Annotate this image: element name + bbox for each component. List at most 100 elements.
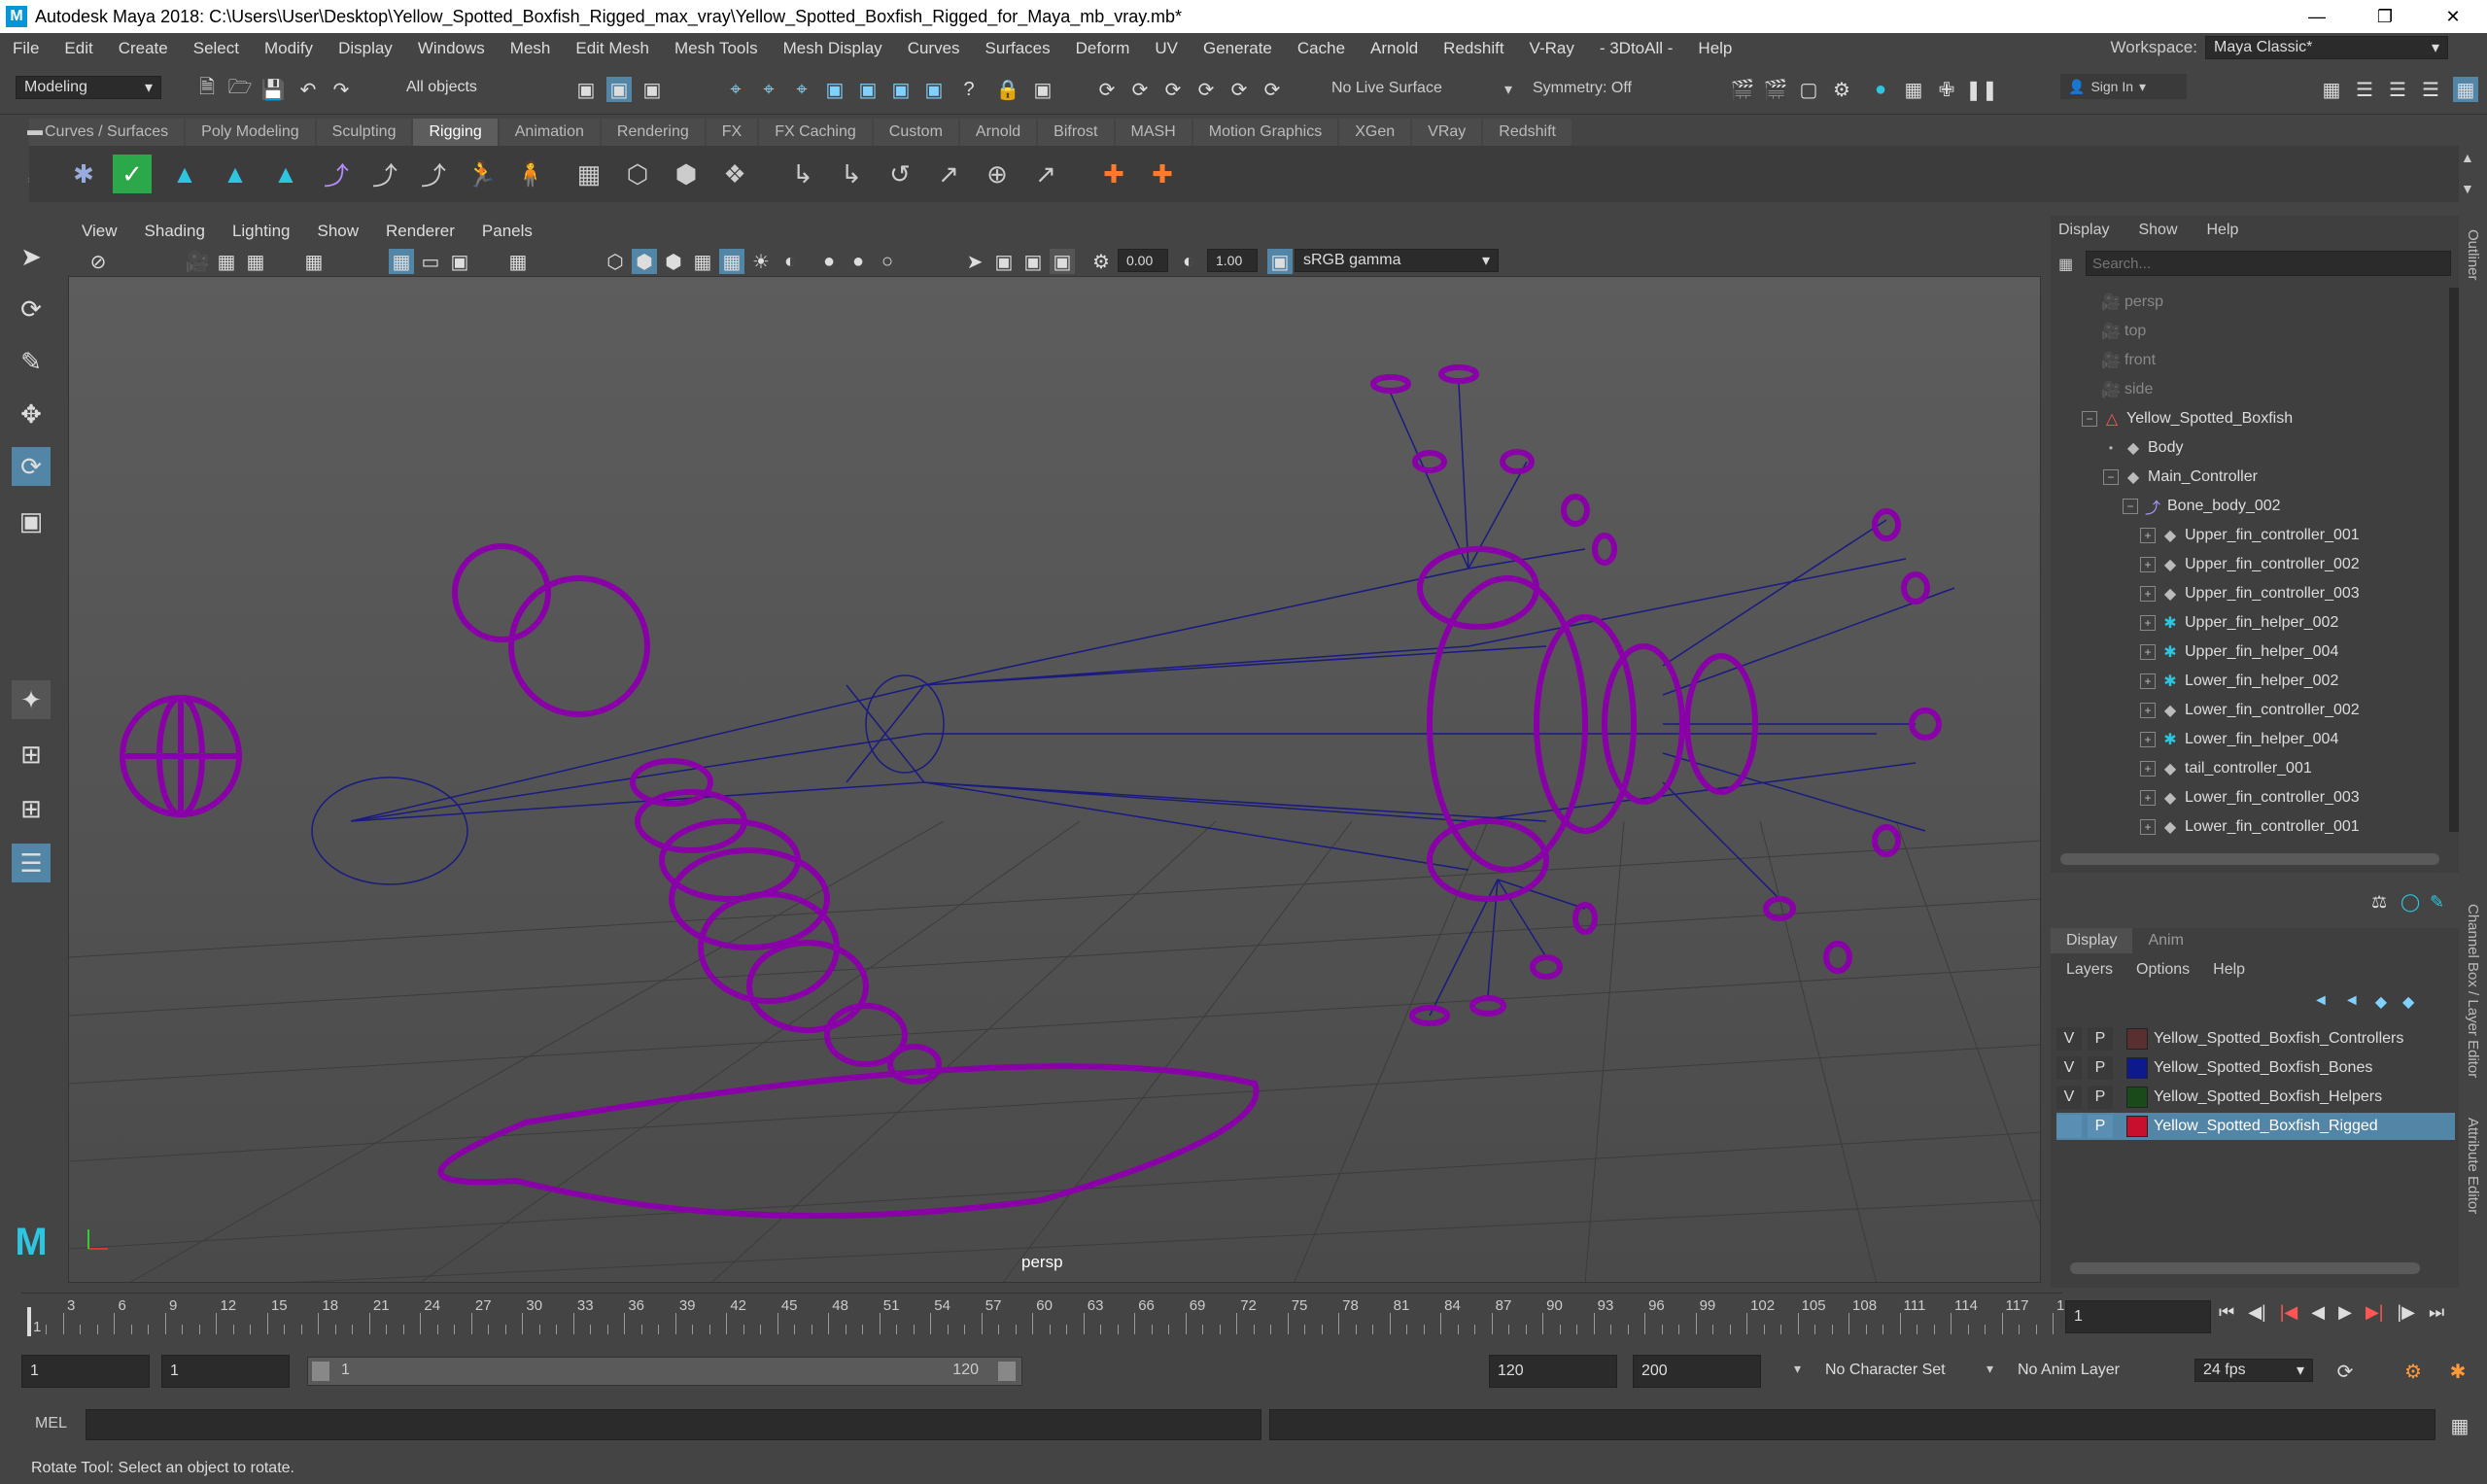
pin-icon[interactable]: ▣ [1030,77,1055,102]
outliner-item-upper-fin-helper-002[interactable]: + ✱ Upper_fin_helper_002 [2140,608,2449,638]
colorspace-dropdown[interactable]: sRGB gamma ▾ [1295,249,1499,272]
character-icon[interactable]: 🏃 [463,155,501,193]
layer-color-swatch[interactable] [2126,1116,2148,1137]
outliner-toggle-icon[interactable]: ▦ [2453,77,2478,102]
paint-select-icon[interactable]: ⟳ [1127,77,1153,102]
render-frame-icon[interactable]: 🎬 [1730,77,1755,102]
shelf-scroll-up-icon[interactable]: ▲ [2461,150,2474,165]
playback-end-field[interactable]: 120 [1489,1355,1617,1388]
shelf-tab-fx[interactable]: FX [706,119,758,146]
expand-icon[interactable]: + [2140,790,2156,806]
antialias-icon[interactable]: ○ [875,249,900,274]
layer-row[interactable]: V P Yellow_Spotted_Boxfish_Controllers [2056,1025,2455,1053]
locator-icon[interactable]: ✚ [1094,155,1133,193]
step-back-key-icon[interactable]: |◀ [2280,1302,2298,1323]
perspective-viewport[interactable]: persp [68,276,2041,1283]
orient-constraint-icon[interactable]: ↺ [881,155,919,193]
mel-input[interactable] [86,1409,1261,1440]
expand-icon[interactable]: + [2140,761,2156,777]
outliner-item-lower-fin-helper-002[interactable]: + ✱ Lower_fin_helper_002 [2140,667,2449,696]
outliner-item-bone-body-002[interactable]: − ⤴ Bone_body_002 [2123,492,2449,521]
shelf-tab-arnold[interactable]: Arnold [959,119,1037,146]
select-by-object-icon[interactable]: ▣ [606,77,632,102]
channel-box-icon[interactable]: ☰ [2418,77,2443,102]
anim-prefs-icon[interactable]: ✱ [2445,1359,2470,1384]
outliner-layout-icon[interactable]: ☰ [12,844,51,882]
menu-windows[interactable]: Windows [405,39,498,58]
outliner-item-side[interactable]: 🎥 side [2101,375,2449,404]
select-tool-icon[interactable]: ➤ [12,237,51,276]
outliner-item-yellow-spotted-boxfish[interactable]: − △ Yellow_Spotted_Boxfish [2082,404,2449,433]
range-slider[interactable]: 1 120 [307,1357,1022,1386]
live-surface-label[interactable]: No Live Surface [1331,80,1442,97]
new-scene-icon[interactable]: 🗎 [194,77,220,102]
menu-edit[interactable]: Edit [52,39,105,58]
layer-row-selected[interactable]: P Yellow_Spotted_Boxfish_Rigged [2056,1113,2455,1140]
expand-icon[interactable]: + [2140,703,2156,718]
layer-visibility-toggle[interactable]: V [2056,1086,2082,1109]
menu-mesh[interactable]: Mesh [498,39,564,58]
smooth-shade-icon[interactable]: ⬢ [632,249,657,274]
rotate-tool-icon[interactable]: ⟳ [12,447,51,486]
vp-menu-view[interactable]: View [68,222,131,241]
attribute-icon[interactable]: ◯ [2401,892,2420,913]
gamma-icon[interactable]: ◐ [1176,249,1201,274]
shelf-scroll-down-icon[interactable]: ▼ [2461,181,2474,196]
isolate-select-icon[interactable]: ➤ [962,249,987,274]
layer-tab-anim[interactable]: Anim [2132,928,2198,953]
grid-toggle-icon[interactable]: ▦ [389,249,414,274]
current-frame-field[interactable]: 1 [2065,1300,2211,1333]
create-joint-icon[interactable]: ✱ [64,155,103,193]
wrap-icon[interactable]: ⬢ [667,155,706,193]
layer-visibility-toggle[interactable]: V [2056,1056,2082,1080]
menu-file[interactable]: File [0,39,52,58]
scale-tool-icon[interactable]: ▣ [12,501,51,540]
expand-icon[interactable]: + [2140,644,2156,660]
tool-settings-icon[interactable]: ☰ [2385,77,2410,102]
symmetry-label[interactable]: Symmetry: Off [1533,80,1632,97]
layer-visibility-toggle[interactable]: V [2056,1027,2082,1051]
vp-menu-renderer[interactable]: Renderer [372,222,468,241]
aim-constraint-icon[interactable]: ⊕ [978,155,1017,193]
character-set-dropdown[interactable]: No Character Set [1817,1359,1992,1382]
outliner-item-lower-fin-controller-001[interactable]: + ◆ Lower_fin_controller_001 [2140,812,2449,838]
color-management-icon[interactable]: ▣ [1267,249,1293,274]
outliner-item-lower-fin-helper-004[interactable]: + ✱ Lower_fin_helper_004 [2140,725,2449,754]
resolution-gate-icon[interactable]: ▣ [447,249,472,274]
move-tool-icon[interactable]: ✥ [12,395,51,433]
menu-edit-mesh[interactable]: Edit Mesh [563,39,662,58]
minimize-icon[interactable]: — [2283,0,2351,33]
outliner-horizontal-scrollbar[interactable] [2060,853,2439,865]
lights-icon[interactable]: ☀ [748,249,774,274]
select-by-hierarchy-icon[interactable]: ▣ [573,77,599,102]
skin-bind-icon[interactable]: ✓ [113,155,152,193]
step-forward-key-icon[interactable]: ▶| [2366,1302,2384,1323]
outliner-item-upper-fin-controller-002[interactable]: + ◆ Upper_fin_controller_002 [2140,550,2449,579]
set-key-icon[interactable]: ✚ [1143,155,1182,193]
scale-constraint-icon[interactable]: ↗ [929,155,968,193]
shelf-tab-xgen[interactable]: XGen [1339,119,1411,146]
shelf-tab-redshift[interactable]: Redshift [1483,119,1572,146]
motion-blur-icon[interactable]: ● [846,249,871,274]
pole-vector-icon[interactable]: ↗ [1026,155,1065,193]
selection-mask-dropdown[interactable]: All objects [398,76,544,99]
layer-menu-layers[interactable]: Layers [2066,961,2113,979]
snap-point-icon[interactable]: ⌖ [789,77,814,102]
ik-handle-icon[interactable]: ⤴ [317,155,356,193]
hik-control-icon[interactable]: ▲ [266,155,305,193]
shelf-tab-motion-graphics[interactable]: Motion Graphics [1192,119,1338,146]
outliner-menu-show[interactable]: Show [2138,222,2177,239]
layer-row[interactable]: V P Yellow_Spotted_Boxfish_Helpers [2056,1084,2455,1111]
chevron-down-icon[interactable]: ▾ [1794,1361,1801,1377]
reflection-icon[interactable]: ⟳ [1193,77,1219,102]
shelf-tab-bifrost[interactable]: Bifrost [1038,119,1114,146]
attribute-editor-icon[interactable]: ☰ [2352,77,2377,102]
snap-vertex-icon[interactable]: ▣ [921,77,947,102]
menu-curves[interactable]: Curves [895,39,973,58]
step-forward-frame-icon[interactable]: |▶ [2397,1302,2415,1323]
end-time-field[interactable]: 200 [1633,1355,1761,1388]
script-editor-icon[interactable]: ▦ [2447,1413,2472,1438]
insert-joint-icon[interactable]: ⤴ [414,155,453,193]
exposure-field[interactable]: 0.00 [1118,249,1168,272]
outliner-item-body[interactable]: • ◆ Body [2103,433,2449,463]
